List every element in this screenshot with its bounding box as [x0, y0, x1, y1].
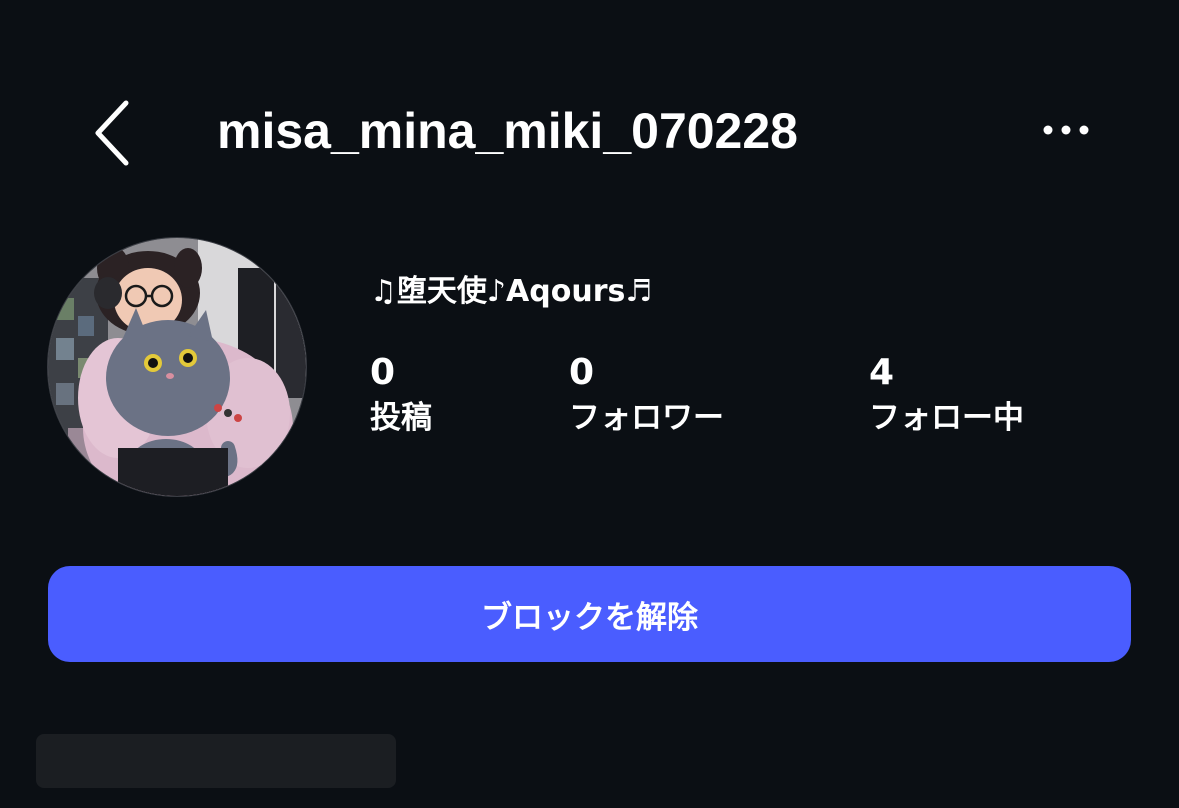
- stat-followers[interactable]: 0 フォロワー: [569, 350, 724, 440]
- followers-label: フォロワー: [569, 400, 724, 436]
- profile-username: misa_mina_miki_070228: [217, 103, 798, 159]
- profile-bio: ♫堕天使♪Aqours♬: [370, 274, 653, 309]
- stat-posts[interactable]: 0 投稿: [370, 350, 432, 440]
- ellipsis-horizontal-icon: [1043, 125, 1089, 135]
- following-label: フォロー中: [869, 400, 1024, 436]
- following-count: 4: [869, 352, 895, 393]
- loading-placeholder: [36, 734, 396, 788]
- posts-label: 投稿: [370, 400, 432, 436]
- chevron-left-icon: [95, 100, 129, 166]
- avatar[interactable]: [48, 238, 306, 496]
- back-button[interactable]: [88, 95, 144, 171]
- stat-following[interactable]: 4 フォロー中: [869, 350, 1024, 440]
- posts-count: 0: [370, 352, 396, 393]
- more-options-button[interactable]: [1036, 110, 1096, 150]
- followers-count: 0: [569, 352, 595, 393]
- unblock-button[interactable]: ブロックを解除: [48, 566, 1131, 662]
- profile-photo: [48, 238, 306, 496]
